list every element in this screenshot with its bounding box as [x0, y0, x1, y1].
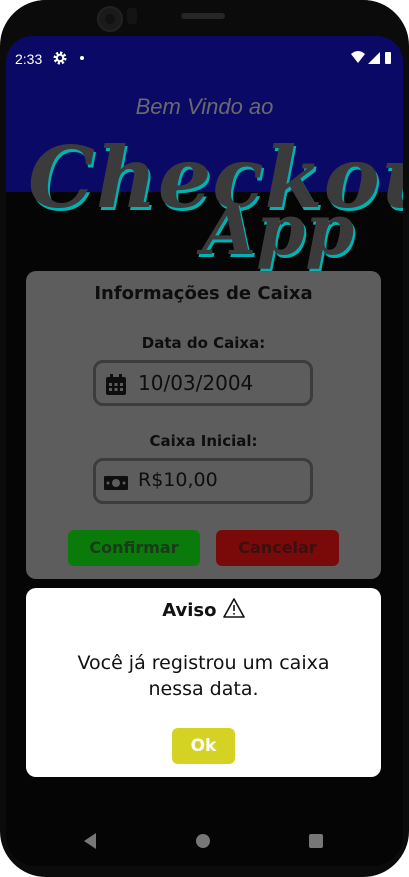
welcome-text: Bem Vindo ao — [135, 94, 274, 119]
battery-icon — [385, 52, 391, 64]
date-label: Data do Caixa: — [141, 334, 266, 352]
proximity-sensor — [127, 8, 137, 24]
gear-icon — [53, 51, 67, 65]
warning-dialog: Aviso Você já registrou um caixa nessa d… — [26, 588, 381, 777]
recents-icon[interactable] — [309, 834, 323, 848]
date-value: 10/03/2004 — [138, 371, 254, 395]
front-camera — [97, 6, 123, 32]
nav-bar — [6, 818, 403, 866]
status-time: 2:33 — [15, 51, 43, 67]
signal-icon — [368, 52, 380, 64]
card-title: Informações de Caixa — [94, 283, 313, 304]
back-icon[interactable] — [82, 832, 98, 850]
ok-button[interactable]: Ok — [172, 728, 235, 764]
date-field[interactable]: 10/03/2004 — [93, 360, 313, 406]
dialog-message: Você já registrou um caixa nessa data. — [77, 652, 330, 700]
calendar-icon — [106, 374, 126, 395]
phone-frame: 2:33 Bem Vindo ao Checkout App Informaçõ… — [0, 0, 409, 877]
home-icon[interactable] — [196, 834, 210, 848]
wifi-icon — [351, 51, 365, 63]
earpiece-speaker — [181, 13, 225, 19]
brand-logo-app: App — [202, 188, 355, 271]
initial-cash-label: Caixa Inicial: — [149, 432, 258, 450]
cash-info-card: Informações de Caixa Data do Caixa: 10/0… — [26, 271, 381, 579]
initial-cash-field[interactable]: R$10,00 — [93, 458, 313, 504]
cancel-button[interactable]: Cancelar — [216, 530, 339, 566]
dialog-title: Aviso — [162, 600, 217, 621]
warning-icon — [222, 598, 245, 618]
notification-dot — [80, 56, 84, 60]
app-screen: 2:33 Bem Vindo ao Checkout App Informaçõ… — [6, 36, 403, 866]
confirm-button[interactable]: Confirmar — [68, 530, 200, 566]
dialog-title-row: Aviso — [26, 598, 381, 621]
initial-cash-value: R$10,00 — [138, 469, 218, 491]
phone-bezel — [0, 0, 409, 36]
money-bill-icon — [104, 476, 128, 490]
status-bar: 2:33 — [6, 36, 403, 80]
status-icons — [351, 51, 391, 64]
